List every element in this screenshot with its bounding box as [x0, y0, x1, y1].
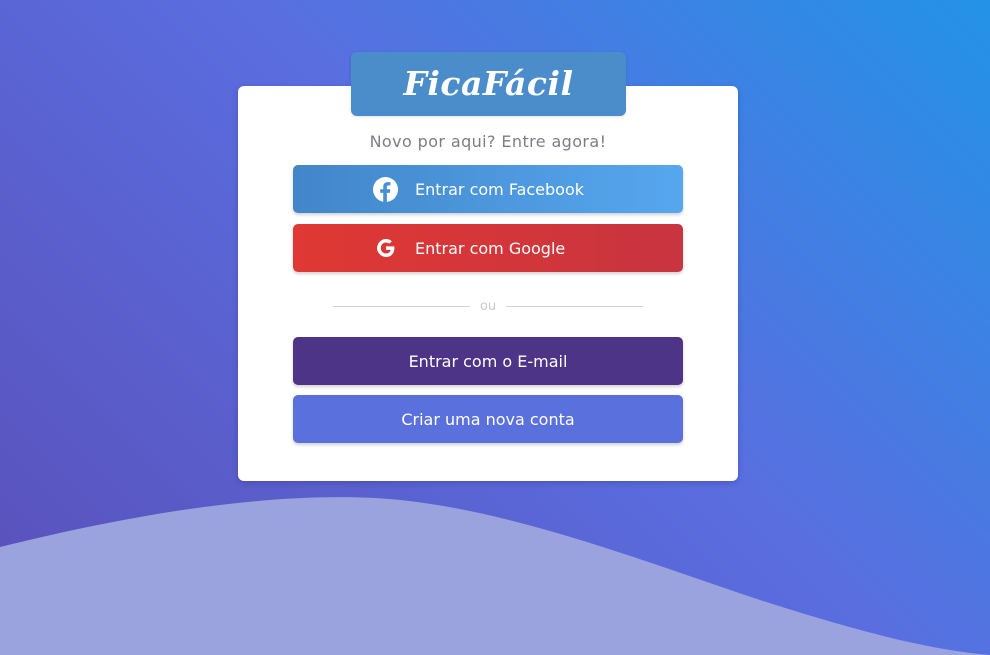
create-account-button[interactable]: Criar uma nova conta	[293, 395, 683, 443]
email-login-button[interactable]: Entrar com o E-mail	[293, 337, 683, 385]
facebook-login-button[interactable]: Entrar com Facebook	[293, 165, 683, 213]
divider-line-right	[506, 305, 644, 307]
or-divider: ou	[333, 296, 644, 316]
login-card: Novo por aqui? Entre agora! Entrar com F…	[238, 86, 738, 481]
login-subtitle: Novo por aqui? Entre agora!	[369, 132, 607, 151]
logo-tab: FicaFácil	[351, 52, 626, 116]
divider-line-left	[333, 305, 470, 307]
email-login-label: Entrar com o E-mail	[408, 351, 568, 371]
google-login-button[interactable]: Entrar com Google	[293, 224, 683, 272]
brand-logo: FicaFácil	[403, 63, 574, 103]
google-icon	[373, 236, 398, 261]
facebook-icon	[373, 176, 398, 202]
create-account-label: Criar uma nova conta	[401, 409, 575, 429]
divider-text: ou	[479, 298, 497, 314]
facebook-login-label: Entrar com Facebook	[415, 179, 585, 199]
google-login-label: Entrar com Google	[415, 238, 566, 258]
